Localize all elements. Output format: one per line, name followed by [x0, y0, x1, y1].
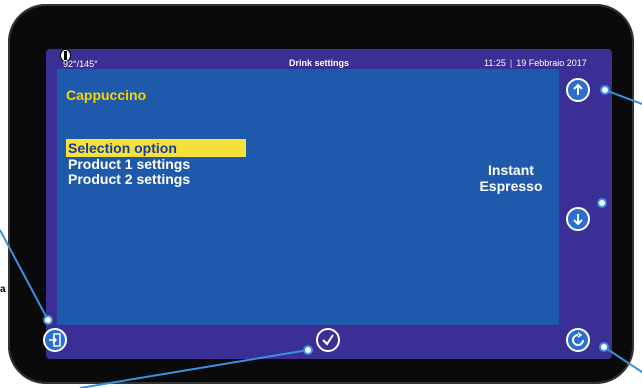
time-text: 11:25: [484, 58, 506, 68]
arrow-up-icon: [573, 83, 583, 95]
menu-item-selection-option[interactable]: Selection option: [66, 139, 246, 157]
status-bar: 92°/145° Drink settings 11:25 | 19 Febbrai…: [46, 49, 612, 71]
time-date-separator: |: [509, 58, 513, 68]
menu-item-product-2-settings[interactable]: Product 2 settings: [66, 172, 246, 187]
clock-readout: 11:25 | 19 Febbraio 2017: [484, 58, 587, 68]
value-product-2: Espresso: [479, 178, 543, 194]
date-text: 19 Febbraio 2017: [516, 58, 587, 68]
exit-icon: [49, 333, 61, 347]
settings-menu: Selection option Product 1 settings Prod…: [66, 139, 246, 187]
scroll-up-button[interactable]: [566, 78, 590, 102]
margin-letter: a: [0, 284, 6, 295]
arrow-down-icon: [573, 214, 583, 226]
value-product-1: Instant: [488, 162, 534, 178]
home-icon: [572, 332, 584, 346]
confirm-button[interactable]: [316, 328, 340, 352]
page-title: Drink settings: [289, 58, 350, 68]
checkmark-icon: [322, 334, 334, 346]
home-button[interactable]: [566, 328, 590, 352]
exit-button[interactable]: [43, 328, 67, 352]
temperature-readout: 92°/145°: [63, 59, 98, 69]
drink-name-heading: Cappuccino: [66, 87, 147, 103]
scroll-down-button[interactable]: [566, 207, 590, 231]
setting-values: Instant Espresso: [466, 162, 556, 194]
content-panel: [57, 69, 559, 325]
menu-item-product-1-settings[interactable]: Product 1 settings: [66, 157, 246, 172]
